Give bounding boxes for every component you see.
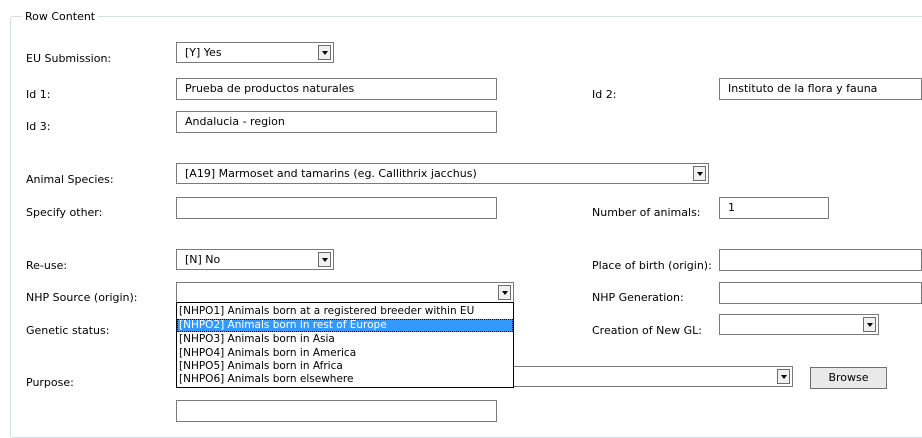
reuse-select[interactable]: [N] No — [176, 249, 334, 270]
reuse-label: Re-use: — [26, 259, 68, 272]
purpose-label: Purpose: — [26, 376, 74, 389]
nhp-source-option-highlighted[interactable]: [NHPO2] Animals born in rest of Europe — [177, 319, 513, 332]
eu-submission-value: [Y] Yes — [185, 46, 222, 59]
genetic-status-label: Genetic status: — [26, 324, 110, 337]
specify-other-label: Specify other: — [26, 206, 103, 219]
nhp-source-option[interactable]: [NHPO5] Animals born in Africa — [177, 360, 513, 373]
number-of-animals-field[interactable]: 1 — [719, 197, 829, 219]
animal-species-label: Animal Species: — [26, 173, 114, 186]
id1-field[interactable]: Prueba de productos naturales — [176, 78, 497, 100]
nhp-source-option[interactable]: [NHPO4] Animals born in America — [177, 347, 513, 360]
place-of-birth-field[interactable] — [719, 249, 922, 271]
id2-label: Id 2: — [592, 88, 617, 101]
chevron-down-icon[interactable] — [318, 252, 331, 267]
group-title: Row Content — [22, 10, 99, 24]
chevron-down-icon[interactable] — [777, 369, 790, 384]
reuse-value: [N] No — [185, 253, 221, 266]
chevron-down-icon[interactable] — [318, 45, 331, 60]
nhp-generation-field[interactable] — [719, 282, 922, 304]
animal-species-select[interactable]: [A19] Marmoset and tamarins (eg. Callith… — [176, 163, 709, 184]
nhp-source-select[interactable] — [176, 282, 514, 303]
animal-species-value: [A19] Marmoset and tamarins (eg. Callith… — [185, 167, 477, 180]
nhp-source-option[interactable]: [NHPO3] Animals born in Asia — [177, 333, 513, 346]
id2-field[interactable]: Instituto de la flora y fauna — [719, 78, 922, 100]
chevron-down-icon[interactable] — [498, 285, 511, 300]
nhp-source-dropdown-list[interactable]: [NHPO1] Animals born at a registered bre… — [176, 302, 514, 388]
creation-new-gl-select[interactable] — [719, 314, 879, 335]
creation-new-gl-label: Creation of New GL: — [592, 324, 702, 337]
id3-field[interactable]: Andalucia - region — [176, 111, 497, 133]
chevron-down-icon[interactable] — [863, 317, 876, 332]
nhp-source-label: NHP Source (origin): — [26, 291, 138, 304]
number-of-animals-label: Number of animals: — [592, 206, 701, 219]
eu-submission-label: EU Submission: — [26, 52, 112, 65]
eu-submission-select[interactable]: [Y] Yes — [176, 42, 334, 63]
nhp-source-option[interactable]: [NHPO1] Animals born at a registered bre… — [177, 305, 513, 318]
id1-label: Id 1: — [26, 88, 51, 101]
browse-button[interactable]: Browse — [810, 367, 887, 389]
nhp-source-option[interactable]: [NHPO6] Animals born elsewhere — [177, 373, 513, 386]
next-field[interactable] — [176, 400, 497, 422]
nhp-generation-label: NHP Generation: — [592, 291, 684, 304]
specify-other-field[interactable] — [176, 197, 497, 219]
id3-label: Id 3: — [26, 120, 51, 133]
place-of-birth-label: Place of birth (origin): — [592, 259, 712, 272]
chevron-down-icon[interactable] — [693, 166, 706, 181]
